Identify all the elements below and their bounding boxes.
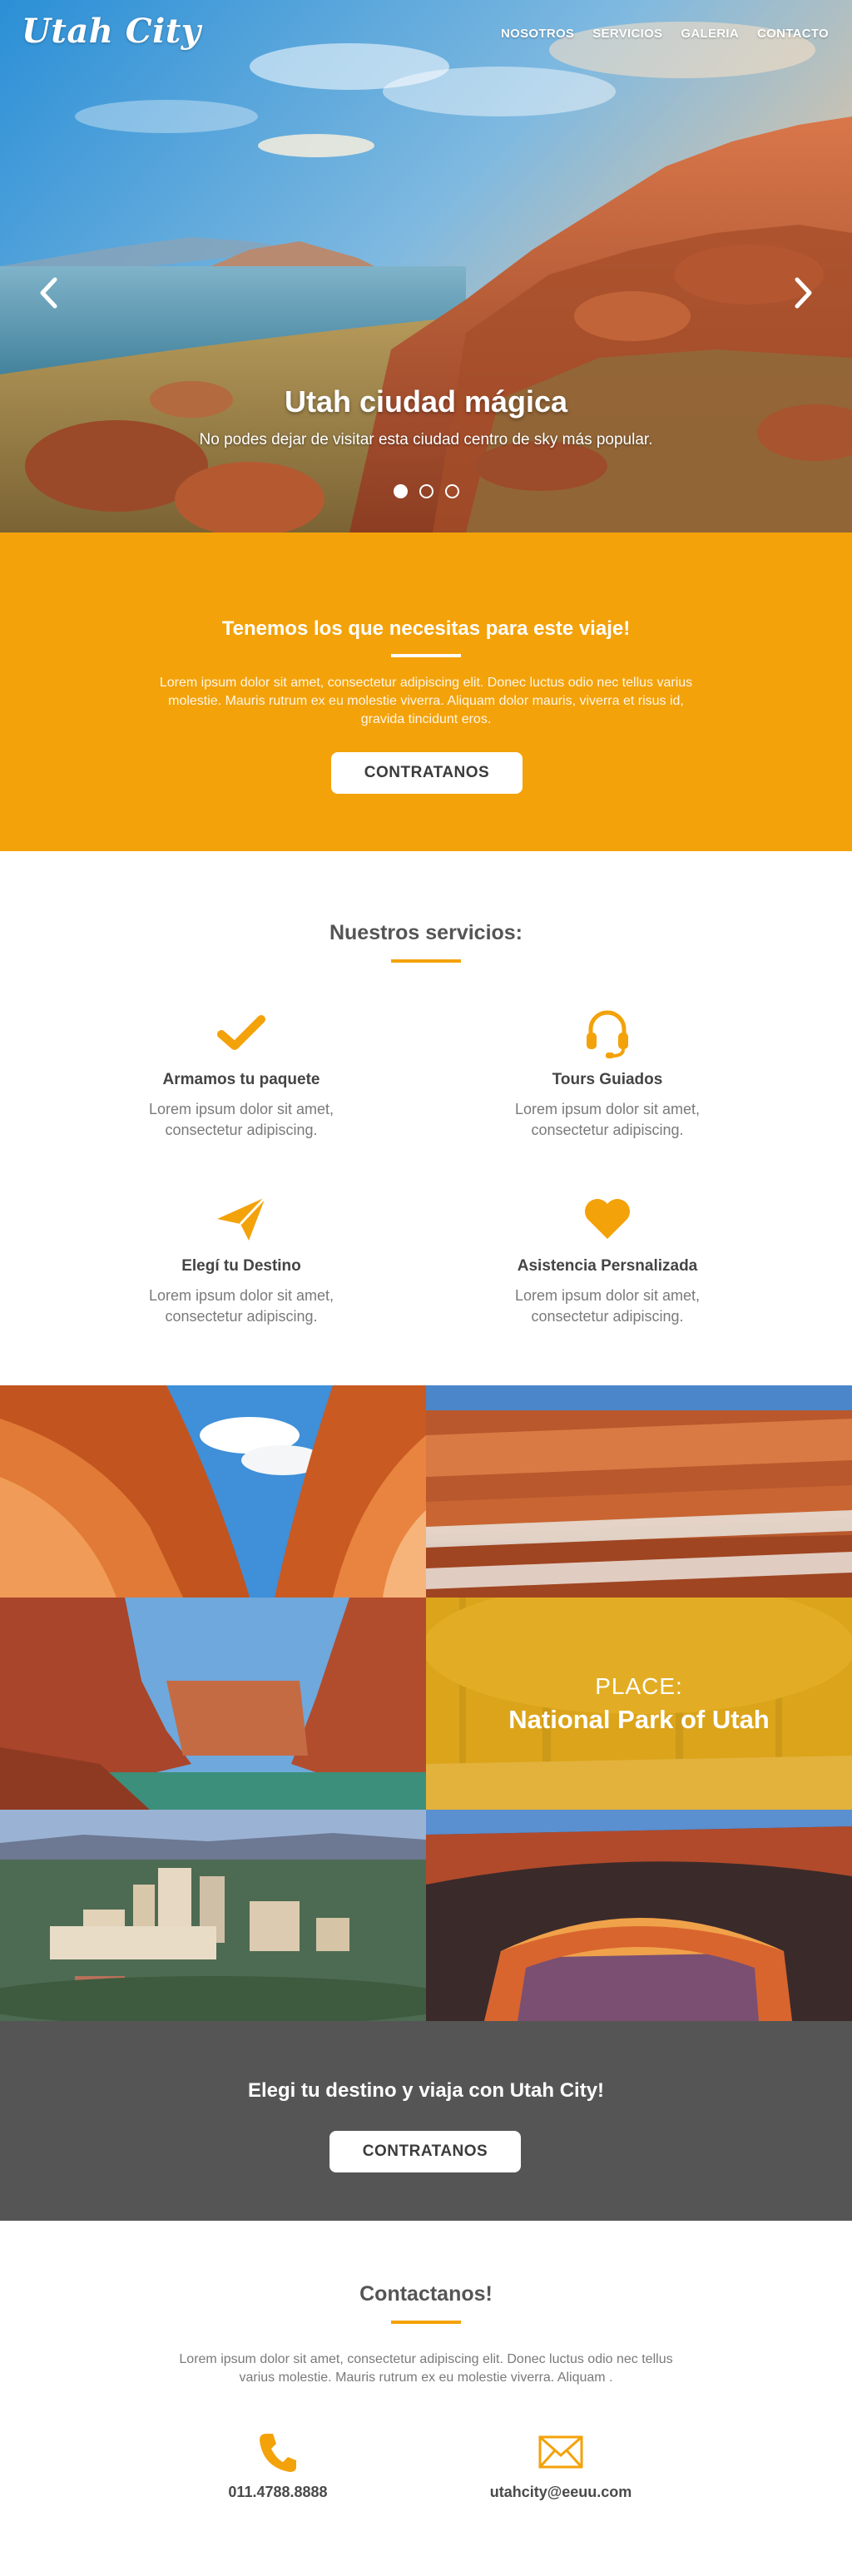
headset-icon (587, 1010, 628, 1058)
gallery-photo-canyon[interactable] (0, 1598, 426, 1810)
contact-text: Lorem ipsum dolor sit amet, consectetur … (179, 2352, 673, 2385)
contact-email[interactable]: utahcity@eeuu.com (444, 2429, 677, 2501)
contratanos-button[interactable]: CONTRATANOS (331, 752, 523, 794)
service-title: Armamos tu paquete (162, 1071, 320, 1088)
chevron-left-icon (40, 277, 57, 309)
banner-divider (391, 654, 461, 657)
photo-gallery: PLACE: National Park of Utah (0, 1385, 852, 2021)
service-text: Lorem ipsum dolor sit amet, consectetur … (148, 1101, 334, 1138)
contact-section: Contactanos! Lorem ipsum dolor sit amet,… (0, 2221, 852, 2576)
gallery-photo-arch[interactable] (426, 1810, 852, 2021)
service-title: Tours Guiados (552, 1071, 663, 1088)
gallery-image (0, 1598, 426, 1810)
service-item: Asistencia Persnalizada Lorem ipsum dolo… (474, 1192, 741, 1327)
hero-title: Utah ciudad mágica (284, 384, 568, 419)
site-logo[interactable]: Utah City (22, 12, 201, 51)
cta-section: Elegi tu destino y viaja con Utah City! … (0, 2021, 852, 2221)
paper-plane-icon (217, 1196, 267, 1241)
gallery-place-card[interactable]: PLACE: National Park of Utah (426, 1598, 852, 1810)
gallery-photo-wave[interactable] (0, 1385, 426, 1598)
slider-dot-1[interactable] (393, 484, 408, 498)
heart-icon (585, 1199, 630, 1239)
envelope-icon (538, 2435, 583, 2469)
place-overlay: PLACE: National Park of Utah (426, 1598, 852, 1810)
place-label: PLACE: (595, 1672, 683, 1699)
phone-icon (260, 2434, 296, 2472)
service-title: Asistencia Persnalizada (517, 1257, 698, 1275)
check-icon (217, 1015, 265, 1050)
email-address: utahcity@eeuu.com (489, 2484, 632, 2500)
slider-next-button[interactable] (785, 275, 822, 311)
contact-divider (391, 2321, 461, 2324)
slider-prev-button[interactable] (30, 275, 67, 311)
main-nav: NOSOTROS SERVICIOS GALERIA CONTACTO (501, 27, 829, 41)
place-name: National Park of Utah (508, 1704, 770, 1734)
intro-banner: Tenemos los que necesitas para este viaj… (0, 533, 852, 851)
hero-background-image (0, 0, 852, 533)
gallery-image (426, 1385, 852, 1598)
gallery-image (426, 1810, 852, 2021)
gallery-photo-hoodoos[interactable] (426, 1385, 852, 1598)
slider-dot-2[interactable] (419, 484, 433, 498)
cta-title: Elegi tu destino y viaja con Utah City! (247, 2079, 605, 2102)
slider-dot-3[interactable] (444, 484, 459, 498)
slider-dots (0, 484, 852, 498)
service-text: Lorem ipsum dolor sit amet, consectetur … (148, 1287, 334, 1325)
nav-item-servicios[interactable]: SERVICIOS (592, 27, 662, 41)
hero-slider: Utah City NOSOTROS SERVICIOS GALERIA CON… (0, 0, 852, 533)
service-item: Tours Guiados Lorem ipsum dolor sit amet… (474, 1006, 741, 1141)
services-title: Nuestros servicios: (329, 921, 523, 944)
phone-number: 011.4788.8888 (228, 2484, 328, 2500)
banner-title: Tenemos los que necesitas para este viaj… (221, 617, 631, 640)
contact-title: Contactanos! (359, 2282, 493, 2306)
contratanos-button-cta[interactable]: CONTRATANOS (329, 2131, 521, 2172)
contact-phone[interactable]: 011.4788.8888 (161, 2429, 394, 2501)
banner-text: Lorem ipsum dolor sit amet, consectetur … (159, 676, 693, 726)
nav-item-nosotros[interactable]: NOSOTROS (501, 27, 574, 41)
hero-subtitle: No podes dejar de visitar esta ciudad ce… (199, 431, 653, 448)
services-section: Nuestros servicios: Armamos tu paquete L… (0, 851, 852, 1385)
nav-item-contacto[interactable]: CONTACTO (757, 27, 829, 41)
service-title: Elegí tu Destino (181, 1257, 301, 1275)
gallery-image (0, 1385, 426, 1598)
service-item: Armamos tu paquete Lorem ipsum dolor sit… (108, 1006, 374, 1141)
service-text: Lorem ipsum dolor sit amet, consectetur … (514, 1101, 701, 1138)
chevron-right-icon (795, 277, 812, 309)
gallery-image (0, 1810, 426, 2021)
services-divider (391, 959, 461, 963)
gallery-photo-city[interactable] (0, 1810, 426, 2021)
service-text: Lorem ipsum dolor sit amet, consectetur … (514, 1287, 701, 1325)
service-item: Elegí tu Destino Lorem ipsum dolor sit a… (108, 1192, 374, 1327)
nav-item-galeria[interactable]: GALERIA (681, 27, 739, 41)
